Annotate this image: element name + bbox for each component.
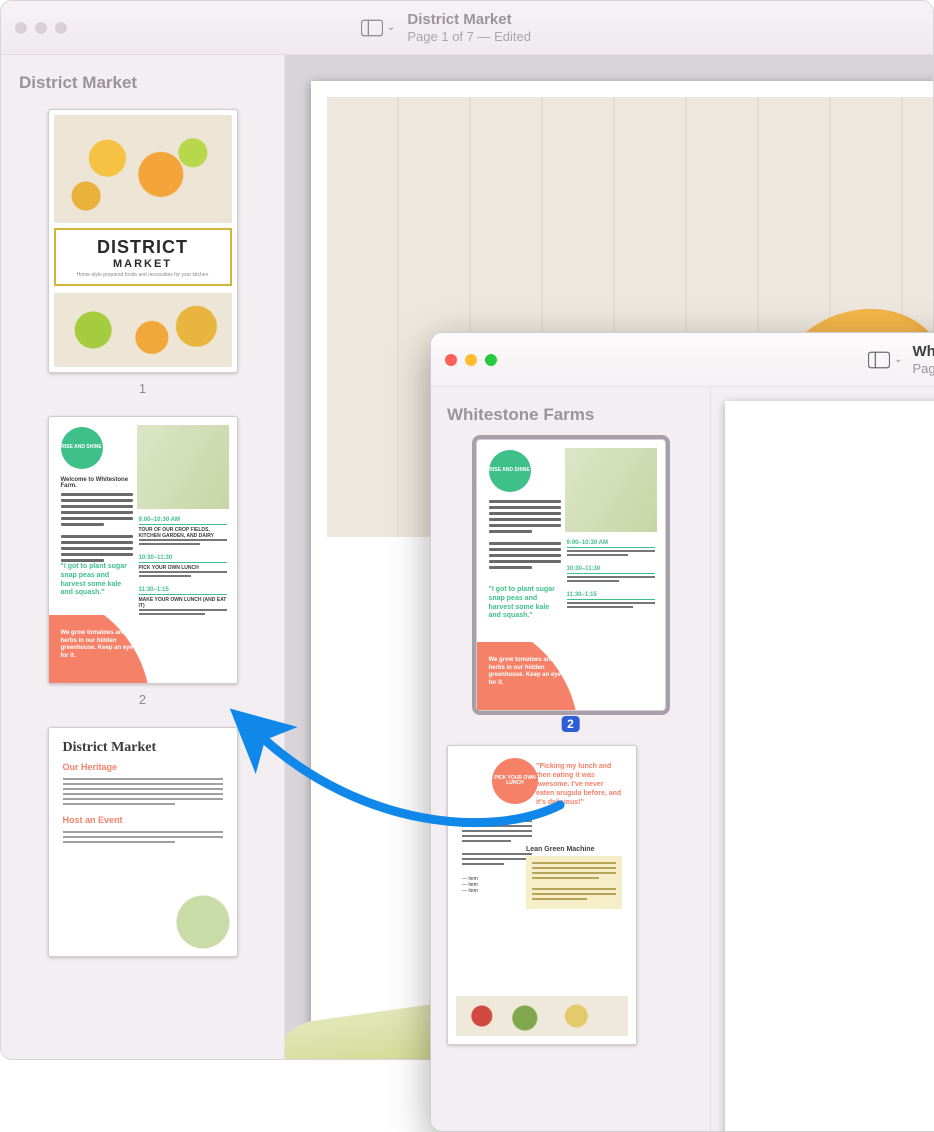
page-thumbnail-2-label: 2	[139, 692, 146, 707]
selected-page-badge: 2	[561, 716, 580, 732]
p3-heading-2: Host an Event	[63, 815, 223, 825]
vegetable-image	[175, 894, 231, 950]
badge-rise-and-shine: RISE AND SHINE	[61, 427, 103, 469]
traffic-lights-inactive[interactable]	[15, 22, 67, 34]
sidebar-title: District Market	[19, 73, 266, 93]
schedule-time-1: 9:00–10:30 AM	[567, 540, 655, 548]
sidebar-icon	[361, 19, 383, 37]
titlebar-main: ⌄ District Market Page 1 of 7 — Edited	[1, 1, 933, 55]
page-thumbnail-3[interactable]: District Market Our Heritage Host an Eve…	[48, 727, 238, 957]
thumbnail-photo	[565, 448, 657, 532]
p3-heading: Our Heritage	[63, 762, 223, 772]
page-thumbnail-1[interactable]: DISTRICT MARKET Home-style prepared food…	[48, 109, 238, 373]
window-whitestone-farms: ⌄ Whitestone Fa Page 2 of 5 Whitestone F…	[430, 332, 934, 1132]
cover-brand-line1: DISTRICT	[97, 237, 188, 258]
recipe-title: Lean Green Machine	[526, 846, 622, 853]
schedule-time-2: 10:30–11:30	[139, 555, 227, 563]
coral-footer-text: We grow tomatoes and micro herbs in our …	[489, 657, 579, 688]
document-title-front: Whitestone Fa	[912, 343, 934, 361]
schedule-time-3: 11:30–1:15	[567, 592, 655, 600]
thumbnail-sidebar-front[interactable]: Whitestone Farms RISE AND SHINE "I got t…	[431, 387, 711, 1131]
document-title: District Market	[407, 11, 531, 29]
sidebar-icon	[868, 351, 890, 369]
cover-brand-line2: MARKET	[113, 258, 172, 270]
document-subtitle: Page 1 of 7 — Edited	[407, 29, 531, 45]
food-strip-image	[456, 996, 628, 1036]
schedule-time-1: 9:00–10:30 AM	[139, 517, 227, 525]
page-thumbnail-3-front[interactable]: PICK YOUR OWN LUNCH "Picking my lunch an…	[447, 745, 637, 1045]
schedule-title-1: TOUR OF OUR CROP FIELDS, KITCHEN GARDEN,…	[139, 527, 227, 539]
document-subtitle-front: Page 2 of 5	[912, 361, 934, 377]
schedule-title-3: MAKE YOUR OWN LUNCH (AND EAT IT)	[139, 597, 227, 609]
document-title-block[interactable]: District Market Page 1 of 7 — Edited	[407, 11, 531, 45]
sidebar-toggle-button[interactable]: ⌄	[361, 19, 395, 37]
minimize-icon[interactable]	[465, 354, 477, 366]
pull-quote: "I got to plant sugar snap peas and harv…	[61, 563, 135, 598]
thumbnail-photo	[137, 425, 229, 509]
pull-quote: "I got to plant sugar snap peas and harv…	[489, 586, 563, 621]
recipe-card	[526, 856, 622, 909]
chevron-down-icon: ⌄	[387, 22, 395, 33]
badge-pick-your-own-lunch: PICK YOUR OWN LUNCH	[492, 758, 538, 804]
document-canvas-front[interactable]	[711, 387, 934, 1131]
pull-quote-coral: "Picking my lunch and then eating it was…	[536, 762, 622, 807]
page-thumbnail-2[interactable]: RISE AND SHINE Welcome to Whitestone Far…	[48, 416, 238, 684]
cover-tagline: Home-style prepared foods and necessitie…	[77, 272, 209, 278]
sidebar-title-front: Whitestone Farms	[447, 405, 694, 425]
document-title-block-front[interactable]: Whitestone Fa Page 2 of 5	[912, 343, 934, 377]
schedule-time-2: 10:30–11:30	[567, 566, 655, 574]
schedule-time-3: 11:30–1:15	[139, 587, 227, 595]
badge-rise-and-shine: RISE AND SHINE	[489, 450, 531, 492]
zoom-icon[interactable]	[485, 354, 497, 366]
sidebar-toggle-button-front[interactable]: ⌄	[868, 351, 902, 369]
page-thumbnail-2-selected[interactable]: RISE AND SHINE "I got to plant sugar sna…	[476, 439, 666, 711]
titlebar-front: ⌄ Whitestone Fa Page 2 of 5	[431, 333, 934, 387]
p3-title: District Market	[63, 740, 223, 756]
traffic-lights-active[interactable]	[445, 354, 497, 366]
intro-heading: Welcome to Whitestone Farm.	[61, 477, 133, 489]
page-thumbnail-1-label: 1	[139, 381, 146, 396]
thumbnail-sidebar-main[interactable]: District Market DISTRICT MARKET Home-sty…	[1, 55, 285, 1059]
close-icon[interactable]	[445, 354, 457, 366]
chevron-down-icon: ⌄	[894, 354, 902, 365]
page-2-canvas[interactable]	[725, 401, 934, 1131]
coral-footer-text: We grow tomatoes and micro herbs in our …	[61, 630, 151, 661]
